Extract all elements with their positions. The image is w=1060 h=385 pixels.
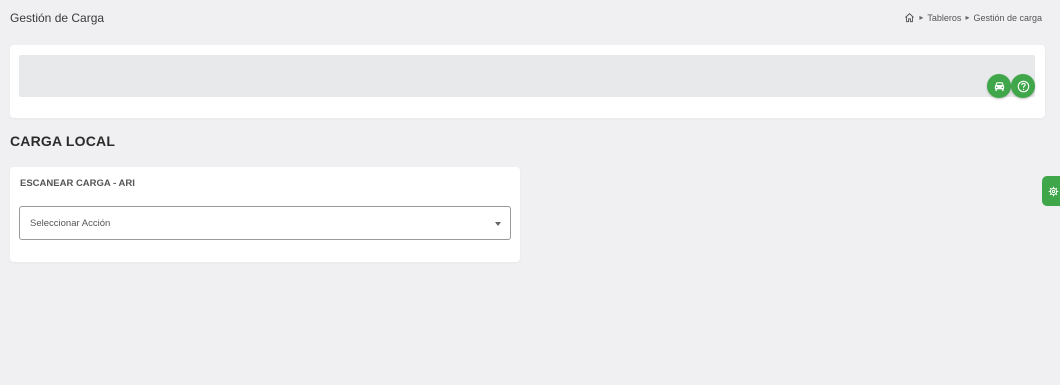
page-title: Gestión de Carga: [10, 11, 105, 25]
caret-down-icon: [495, 222, 501, 226]
toolbar-bar: [19, 55, 1035, 98]
breadcrumb-item-current: Gestión de carga: [973, 12, 1042, 23]
gear-icon: [1048, 186, 1059, 196]
help-circle-icon: [1017, 80, 1029, 92]
chevron-right-icon: ▸: [919, 13, 924, 22]
page-header: Gestión de Carga ▸ Tableros ▸ Gestión de…: [0, 0, 1060, 36]
breadcrumb-item-tableros[interactable]: Tableros: [927, 13, 961, 23]
action-select-value: Seleccionar Acción: [30, 218, 111, 229]
car-button[interactable]: [987, 74, 1011, 98]
car-icon: [994, 81, 1004, 91]
action-select[interactable]: Seleccionar Acción: [19, 206, 511, 240]
settings-tab[interactable]: [1042, 176, 1060, 206]
home-icon[interactable]: [904, 12, 915, 23]
toolbar-card: [10, 45, 1045, 118]
section-title: CARGA LOCAL: [10, 133, 116, 149]
chevron-right-icon: ▸: [965, 13, 970, 22]
breadcrumb: ▸ Tableros ▸ Gestión de carga: [904, 12, 1042, 23]
card-title: ESCANEAR CARGA - ARI: [20, 178, 135, 189]
help-button[interactable]: [1011, 74, 1035, 98]
scan-card: ESCANEAR CARGA - ARI Seleccionar Acción: [10, 167, 520, 262]
